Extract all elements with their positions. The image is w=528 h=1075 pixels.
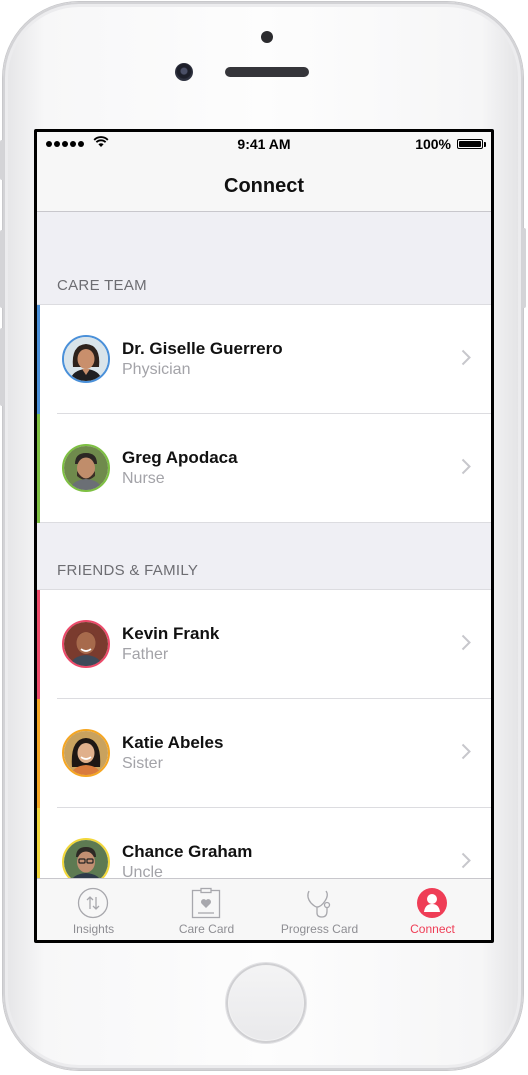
- section-header-friends-family: FRIENDS & FAMILY: [57, 562, 199, 579]
- status-bar: 9:41 AM 100%: [37, 132, 491, 154]
- avatar: [62, 444, 110, 492]
- contact-role: Sister: [122, 755, 163, 772]
- front-camera: [175, 63, 193, 81]
- contact-role: Father: [122, 646, 169, 663]
- avatar: [62, 335, 110, 383]
- connect-icon: [417, 888, 447, 918]
- avatar: [62, 620, 110, 668]
- battery-percentage: 100%: [415, 136, 451, 152]
- contact-name: Katie Abeles: [122, 733, 224, 752]
- tab-bar: Insights Care Card Progress Card Connect: [37, 878, 491, 940]
- volume-up-button: [0, 230, 4, 308]
- battery-nub: [484, 142, 486, 147]
- contact-row-greg-apodaca[interactable]: Greg Apodaca Nurse: [37, 414, 491, 523]
- tab-progress-card[interactable]: Progress Card: [263, 879, 376, 940]
- contact-row-kevin-frank[interactable]: Kevin Frank Father: [37, 590, 491, 699]
- tab-connect[interactable]: Connect: [376, 879, 489, 940]
- insights-icon: [77, 887, 109, 919]
- chevron-right-icon: [461, 458, 471, 475]
- screen: 9:41 AM 100% Connect CARE TEAM Dr. Gisel…: [34, 129, 494, 943]
- care-card-icon: [191, 887, 221, 919]
- contact-color-stripe: [37, 590, 40, 699]
- tab-care-card[interactable]: Care Card: [150, 879, 263, 940]
- battery-icon: [457, 139, 483, 149]
- contact-role: Physician: [122, 361, 191, 378]
- contact-row-giselle-guerrero[interactable]: Dr. Giselle Guerrero Physician: [37, 305, 491, 414]
- home-button[interactable]: [226, 963, 306, 1043]
- chevron-right-icon: [461, 349, 471, 366]
- contact-color-stripe: [37, 305, 40, 414]
- tab-insights[interactable]: Insights: [37, 879, 150, 940]
- avatar: [62, 729, 110, 777]
- contact-name: Greg Apodaca: [122, 448, 238, 467]
- chevron-right-icon: [461, 634, 471, 651]
- section-header-care-team: CARE TEAM: [57, 277, 147, 294]
- volume-down-button: [0, 328, 4, 406]
- care-team-list: Dr. Giselle Guerrero Physician Greg Apod…: [37, 304, 491, 523]
- contact-name: Kevin Frank: [122, 624, 220, 643]
- tab-label: Progress Card: [280, 922, 359, 936]
- mute-switch: [0, 140, 4, 180]
- chevron-right-icon: [461, 743, 471, 760]
- contact-name: Dr. Giselle Guerrero: [122, 339, 283, 358]
- progress-card-icon: [307, 890, 331, 918]
- power-button: [522, 228, 526, 308]
- contact-role: Nurse: [122, 470, 165, 487]
- contact-color-stripe: [37, 414, 40, 523]
- proximity-sensor: [261, 31, 273, 43]
- earpiece-speaker: [225, 67, 309, 77]
- tab-label: Care Card: [178, 922, 235, 936]
- tab-label: Connect: [410, 922, 455, 936]
- contact-row-katie-abeles[interactable]: Katie Abeles Sister: [37, 699, 491, 808]
- tab-label: Insights: [72, 922, 115, 936]
- page-title: Connect: [224, 175, 304, 197]
- app-display: 9:41 AM 100% Connect CARE TEAM Dr. Gisel…: [37, 132, 491, 940]
- friends-family-list: Kevin Frank Father Katie Abeles Sister C…: [37, 589, 491, 917]
- navigation-bar: Connect: [37, 154, 491, 212]
- contact-color-stripe: [37, 699, 40, 808]
- contact-name: Chance Graham: [122, 842, 253, 861]
- chevron-right-icon: [461, 852, 471, 869]
